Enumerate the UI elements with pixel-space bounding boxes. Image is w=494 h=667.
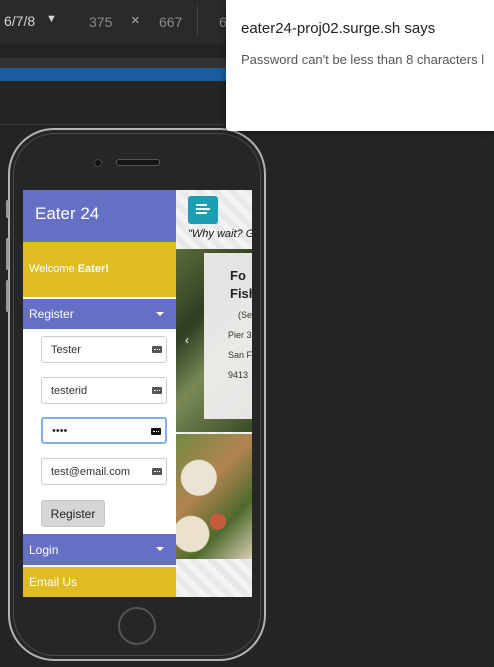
restaurant-city: San F bbox=[228, 350, 252, 360]
app-title: Eater 24 bbox=[35, 204, 100, 223]
welcome-banner: Welcome Eater! bbox=[23, 242, 176, 297]
viewport-height[interactable]: 667 bbox=[159, 14, 182, 30]
device-select[interactable]: 6/7/8 bbox=[4, 13, 35, 29]
restaurant-name-line-1: Fo bbox=[230, 268, 246, 283]
login-section-label: Login bbox=[29, 543, 59, 557]
mute-switch bbox=[6, 200, 9, 218]
menu-icon-line bbox=[196, 212, 207, 214]
register-section-toggle[interactable]: Register bbox=[23, 299, 176, 329]
email-input[interactable] bbox=[42, 459, 166, 484]
email-us-link[interactable]: Email Us bbox=[23, 567, 176, 597]
register-button[interactable]: Register bbox=[41, 500, 105, 527]
dropdown-caret-icon[interactable]: ▼ bbox=[46, 13, 57, 25]
menu-icon-line bbox=[196, 204, 207, 206]
restaurant-address: Pier 3 bbox=[228, 330, 252, 340]
autofill-key-icon[interactable] bbox=[152, 346, 162, 353]
alert-title: eater24-proj02.surge.sh says bbox=[241, 20, 436, 37]
volume-up-button bbox=[6, 238, 9, 270]
restaurant-card[interactable]: Fo Fish (Se Pier 3 San F 9413 bbox=[204, 253, 252, 419]
autofill-key-icon[interactable] bbox=[151, 428, 161, 435]
restaurant-zip: 9413 bbox=[228, 370, 249, 380]
restaurant-name-line-2: Fish bbox=[230, 286, 252, 301]
alert-message: Password can't be less than 8 characters… bbox=[241, 52, 485, 67]
main-content: "Why wait? G Fo Fish (Se Pier 3 San F 94… bbox=[176, 190, 252, 597]
media-query-range-bar[interactable] bbox=[0, 68, 226, 81]
sidebar-header: Eater 24 bbox=[23, 190, 176, 242]
autofill-key-icon[interactable] bbox=[152, 468, 162, 475]
alert-dialog: eater24-proj02.surge.sh says Password ca… bbox=[226, 0, 494, 131]
name-input[interactable] bbox=[42, 337, 166, 362]
dimension-separator: × bbox=[131, 12, 140, 29]
earpiece-speaker bbox=[116, 159, 160, 166]
name-field[interactable] bbox=[41, 336, 167, 363]
register-section-label: Register bbox=[29, 307, 74, 321]
password-field[interactable] bbox=[41, 417, 167, 444]
volume-down-button bbox=[6, 280, 9, 312]
autofill-key-icon[interactable] bbox=[152, 387, 162, 394]
restaurant-cuisine: (Se bbox=[238, 310, 252, 320]
menu-toggle-button[interactable] bbox=[188, 196, 218, 224]
food-photo bbox=[176, 434, 252, 559]
welcome-prefix: Welcome bbox=[29, 263, 78, 275]
sidebar: Eater 24 Welcome Eater! Register Registe… bbox=[23, 190, 176, 597]
email-field[interactable] bbox=[41, 458, 167, 485]
home-button bbox=[118, 607, 156, 645]
restaurant-name: Fo Fish bbox=[230, 267, 252, 303]
welcome-name: Eater! bbox=[77, 263, 109, 275]
userid-input[interactable] bbox=[42, 378, 166, 403]
menu-icon-line bbox=[196, 208, 210, 210]
chevron-down-icon bbox=[156, 312, 164, 316]
chevron-down-icon bbox=[156, 547, 164, 551]
carousel-prev-icon[interactable]: ‹ bbox=[185, 333, 189, 347]
welcome-text: Welcome Eater! bbox=[29, 263, 109, 275]
phone-screen: "Why wait? G Fo Fish (Se Pier 3 San F 94… bbox=[23, 190, 252, 597]
tagline: "Why wait? G bbox=[188, 228, 252, 240]
viewport-width[interactable]: 375 bbox=[89, 14, 112, 30]
front-camera bbox=[94, 159, 102, 167]
password-input[interactable] bbox=[43, 419, 165, 442]
login-section-toggle[interactable]: Login bbox=[23, 534, 176, 565]
toolbar-divider bbox=[197, 6, 198, 36]
userid-field[interactable] bbox=[41, 377, 167, 404]
email-us-label: Email Us bbox=[29, 575, 78, 589]
